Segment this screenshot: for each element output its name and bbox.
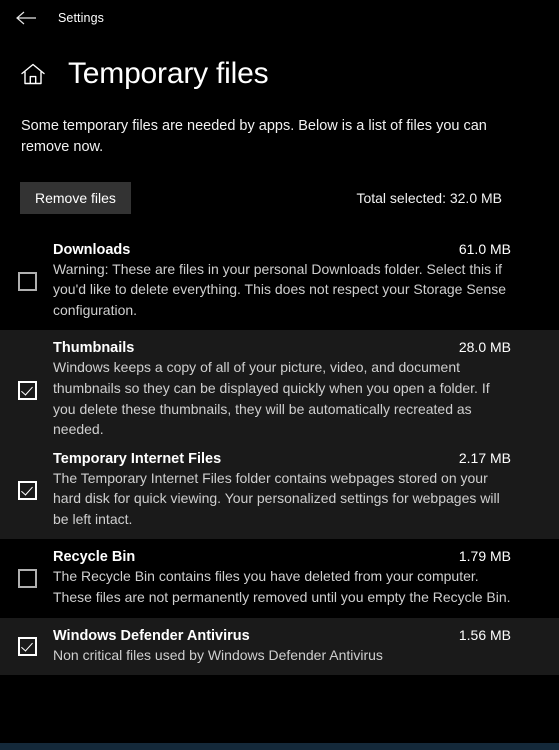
file-description: Warning: These are files in your persona… (53, 260, 507, 318)
file-description: Non critical files used by Windows Defen… (53, 646, 383, 663)
file-body: Downloads 61.0 MB Warning: These are files… (44, 241, 511, 321)
file-name: Recycle Bin (53, 549, 136, 566)
window-title-bar: Settings (0, 0, 559, 36)
file-row[interactable]: Temporary Internet Files 2.17 MB The Tempo… (0, 449, 559, 540)
page-description: Some temporary files are needed by apps.… (21, 118, 487, 156)
remove-files-button[interactable]: Remove files (20, 181, 131, 214)
checkbox-unchecked-icon[interactable] (17, 271, 37, 291)
file-description: Windows keeps a copy of all of your pict… (53, 359, 490, 438)
file-size: 2.17 MB (458, 449, 511, 466)
file-row[interactable]: Downloads 61.0 MB Warning: These are files… (0, 232, 559, 331)
app-title: Settings (58, 11, 104, 25)
file-body: Temporary Internet Files 2.17 MB The Tempo… (44, 450, 511, 530)
file-row[interactable]: Windows Defender Antivirus 1.56 MB Non cri… (0, 617, 559, 676)
file-size: 1.79 MB (458, 548, 511, 565)
file-head: Windows Defender Antivirus 1.56 MB (53, 627, 511, 644)
file-name: Downloads (53, 241, 131, 258)
checkbox-unchecked-icon[interactable] (17, 569, 37, 589)
file-checkbox-wrap[interactable] (10, 635, 44, 657)
file-name: Windows Defender Antivirus (53, 627, 250, 644)
file-name: Thumbnails (53, 340, 135, 357)
file-size: 61.0 MB (458, 240, 511, 257)
file-description: The Temporary Internet Files folder cont… (53, 469, 500, 527)
file-row[interactable]: Thumbnails 28.0 MB Windows keeps a copy of… (0, 330, 559, 450)
checkbox-checked-icon[interactable] (17, 481, 37, 501)
file-body: Thumbnails 28.0 MB Windows keeps a copy of… (44, 339, 511, 439)
file-body: Windows Defender Antivirus 1.56 MB Non cri… (44, 627, 511, 666)
total-selected-label: Total selected: 32.0 MB (356, 189, 502, 206)
page-header: Temporary files (0, 59, 559, 89)
file-row[interactable]: Recycle Bin 1.79 MB The Recycle Bin contai… (0, 539, 559, 617)
file-size: 28.0 MB (458, 339, 511, 356)
file-body: Recycle Bin 1.79 MB The Recycle Bin contai… (44, 548, 511, 607)
file-checkbox-wrap[interactable] (10, 270, 44, 291)
file-checkbox-wrap[interactable] (10, 567, 44, 589)
file-checkbox-wrap[interactable] (10, 479, 44, 501)
checkbox-checked-icon[interactable] (17, 381, 37, 401)
file-head: Downloads 61.0 MB (53, 241, 511, 258)
file-head: Temporary Internet Files 2.17 MB (53, 450, 511, 467)
home-icon[interactable] (19, 60, 47, 88)
back-button[interactable] (8, 3, 44, 33)
file-name: Temporary Internet Files (53, 450, 222, 467)
file-head: Recycle Bin 1.79 MB (53, 548, 511, 565)
temporary-files-list: Downloads 61.0 MB Warning: These are files… (0, 232, 559, 676)
action-row: Remove files Total selected: 32.0 MB (0, 181, 559, 214)
file-head: Thumbnails 28.0 MB (53, 339, 511, 356)
page-title: Temporary files (68, 57, 269, 90)
bottom-edge-strip (0, 743, 559, 750)
checkbox-checked-icon[interactable] (17, 637, 37, 657)
file-checkbox-wrap[interactable] (10, 379, 44, 401)
file-description: The Recycle Bin contains files you have … (53, 568, 511, 605)
file-size: 1.56 MB (458, 626, 511, 643)
